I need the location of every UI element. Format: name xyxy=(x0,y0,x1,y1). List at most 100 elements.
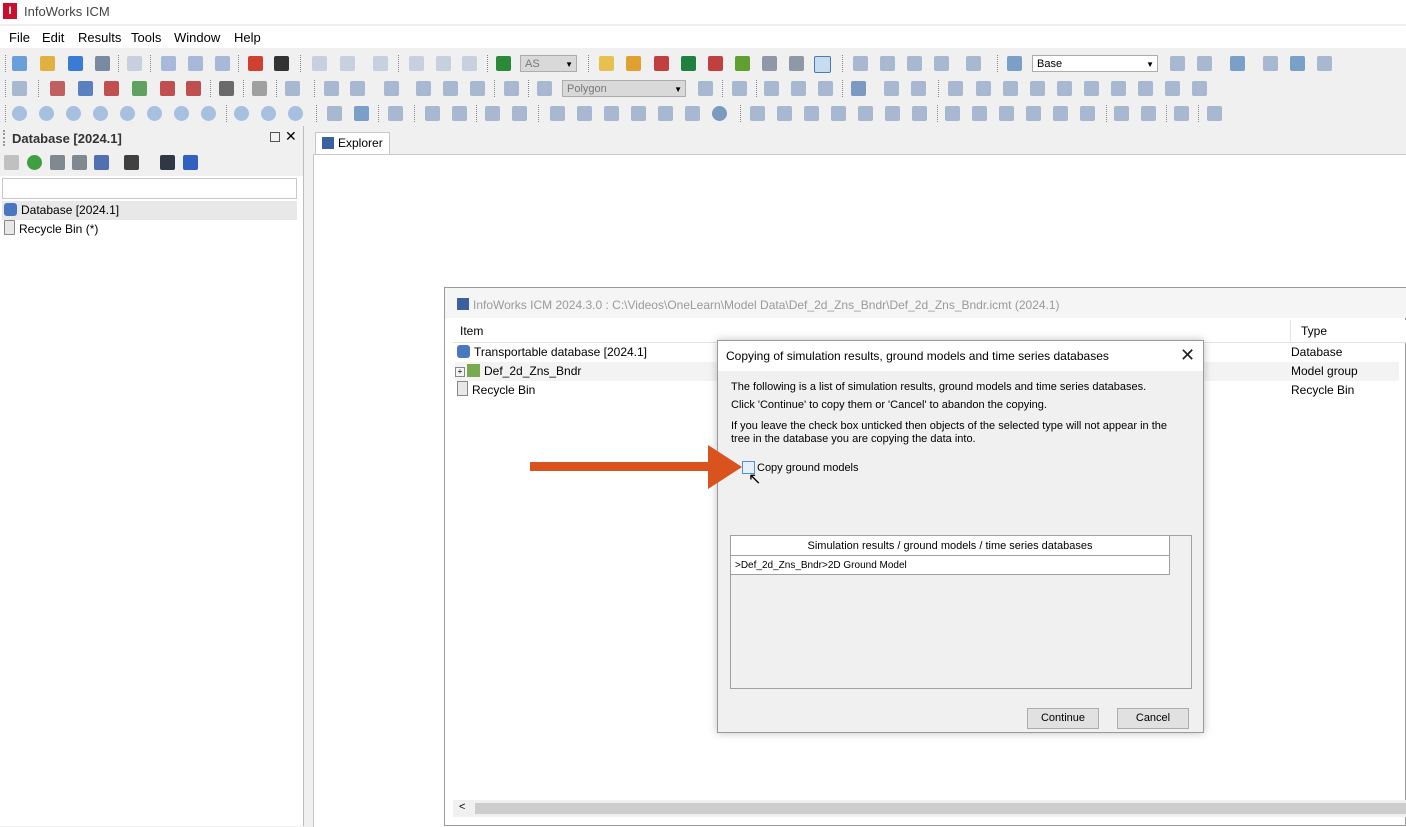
layer-o-icon[interactable] xyxy=(1141,106,1156,121)
hierarchy-icon[interactable] xyxy=(183,155,198,170)
scenario-combo[interactable]: Base ▼ xyxy=(1032,55,1158,72)
layer-b-icon[interactable] xyxy=(777,106,792,121)
list-view-icon[interactable] xyxy=(50,155,65,170)
compare-icon[interactable] xyxy=(1230,56,1245,71)
commit-icon[interactable] xyxy=(880,56,895,71)
node-icon[interactable] xyxy=(104,81,119,96)
merge-icon[interactable] xyxy=(1317,56,1332,71)
tool-h-icon[interactable] xyxy=(1165,81,1180,96)
pen-icon[interactable] xyxy=(496,56,511,71)
tool-i-icon[interactable] xyxy=(1192,81,1207,96)
layer-d-icon[interactable] xyxy=(831,106,846,121)
find-icon[interactable] xyxy=(443,81,458,96)
snap-icon[interactable] xyxy=(948,81,963,96)
tool-d-icon[interactable] xyxy=(1057,81,1072,96)
print-icon[interactable] xyxy=(127,56,142,71)
play-icon[interactable] xyxy=(120,106,135,121)
column-header-item[interactable]: Item xyxy=(460,324,483,338)
layer-n-icon[interactable] xyxy=(1114,106,1129,121)
link-node-icon[interactable] xyxy=(132,81,147,96)
run-icon[interactable] xyxy=(681,56,696,71)
binoculars-icon[interactable] xyxy=(219,81,234,96)
cut-icon[interactable] xyxy=(409,56,424,71)
new-network-icon[interactable] xyxy=(599,56,614,71)
link-icon[interactable] xyxy=(373,56,388,71)
scrollbar-thumb[interactable] xyxy=(475,803,1406,814)
open-icon[interactable] xyxy=(68,56,83,71)
layer-p-icon[interactable] xyxy=(1174,106,1189,121)
info-icon[interactable] xyxy=(851,81,866,96)
up-arrow-icon[interactable] xyxy=(4,155,19,170)
tool-f-icon[interactable] xyxy=(1111,81,1126,96)
link-tool-icon[interactable] xyxy=(698,81,713,96)
tree-search-input[interactable] xyxy=(2,178,297,199)
stop-icon[interactable] xyxy=(147,106,162,121)
layer-i-icon[interactable] xyxy=(972,106,987,121)
play-back-icon[interactable] xyxy=(93,106,108,121)
spell-icon[interactable] xyxy=(1197,56,1212,71)
loop-icon[interactable] xyxy=(174,106,189,121)
paste-icon[interactable] xyxy=(462,56,477,71)
redo-icon[interactable] xyxy=(340,56,355,71)
layer-c-icon[interactable] xyxy=(804,106,819,121)
menu-help[interactable]: Help xyxy=(234,30,261,45)
tab-explorer[interactable]: Explorer xyxy=(315,132,390,154)
tree-item-recycle-bin[interactable]: Recycle Bin (*) xyxy=(2,220,297,239)
hand-icon[interactable] xyxy=(764,81,779,96)
disconnect-icon[interactable] xyxy=(186,81,201,96)
layer-h-icon[interactable] xyxy=(945,106,960,121)
grid-row[interactable]: >Def_2d_Zns_Bndr>2D Ground Model xyxy=(731,556,1170,575)
zoom-window-icon[interactable] xyxy=(631,106,646,121)
label-icon[interactable] xyxy=(470,81,485,96)
profile-icon[interactable] xyxy=(762,56,777,71)
menu-tools[interactable]: Tools xyxy=(131,30,161,45)
menu-window[interactable]: Window xyxy=(174,30,220,45)
layer-q-icon[interactable] xyxy=(1207,106,1222,121)
delete-icon[interactable] xyxy=(252,81,267,96)
close-icon[interactable]: ✕ xyxy=(285,128,297,145)
time-c-icon[interactable] xyxy=(288,106,303,121)
add-scenario-icon[interactable] xyxy=(1170,56,1185,71)
find-tree-icon[interactable] xyxy=(124,155,139,170)
check-icon[interactable] xyxy=(12,81,27,96)
sql-icon[interactable] xyxy=(50,81,65,96)
detail-view-icon[interactable] xyxy=(72,155,87,170)
dialog-close-icon[interactable]: ✕ xyxy=(1180,345,1195,366)
gear-icon[interactable] xyxy=(735,56,750,71)
layer-icon[interactable] xyxy=(934,56,949,71)
layer-g-icon[interactable] xyxy=(912,106,927,121)
scenario-icon[interactable] xyxy=(853,56,868,71)
stack-icon[interactable] xyxy=(907,56,922,71)
theme-icon[interactable] xyxy=(327,106,342,121)
pause-icon[interactable] xyxy=(66,106,81,121)
pointer-icon[interactable] xyxy=(324,81,339,96)
chart-icon[interactable] xyxy=(708,56,723,71)
zoom-full-icon[interactable] xyxy=(604,106,619,121)
measure-icon[interactable] xyxy=(504,81,519,96)
polygon-combo[interactable]: Polygon ▼ xyxy=(562,80,686,97)
layer-a-icon[interactable] xyxy=(750,106,765,121)
as-combo[interactable]: AS ▼ xyxy=(520,55,577,72)
edit-hand-icon[interactable] xyxy=(354,106,369,121)
grid-header[interactable]: Simulation results / ground models / tim… xyxy=(731,536,1170,556)
expand-icon[interactable]: + xyxy=(455,367,465,377)
properties-icon[interactable] xyxy=(388,106,403,121)
map-a-icon[interactable] xyxy=(425,106,440,121)
rewind-icon[interactable] xyxy=(12,106,27,121)
column-header-type[interactable]: Type xyxy=(1301,324,1327,338)
zoom-icon[interactable] xyxy=(577,106,592,121)
menu-results[interactable]: Results xyxy=(78,30,121,45)
ruler-icon[interactable] xyxy=(416,81,431,96)
undo-icon[interactable] xyxy=(312,56,327,71)
map-c-icon[interactable] xyxy=(485,106,500,121)
new-item-icon[interactable] xyxy=(40,56,55,71)
dialog-titlebar[interactable]: Copying of simulation results, ground mo… xyxy=(718,341,1203,371)
tree-item-database[interactable]: Database [2024.1] xyxy=(2,201,297,220)
pan-icon[interactable] xyxy=(550,106,565,121)
layer-l-icon[interactable] xyxy=(1053,106,1068,121)
menu-file[interactable]: File xyxy=(9,30,30,45)
layer-m-icon[interactable] xyxy=(1080,106,1095,121)
copy-icon[interactable] xyxy=(436,56,451,71)
restore-icon[interactable] xyxy=(270,132,280,142)
table-grid-icon[interactable] xyxy=(78,81,93,96)
